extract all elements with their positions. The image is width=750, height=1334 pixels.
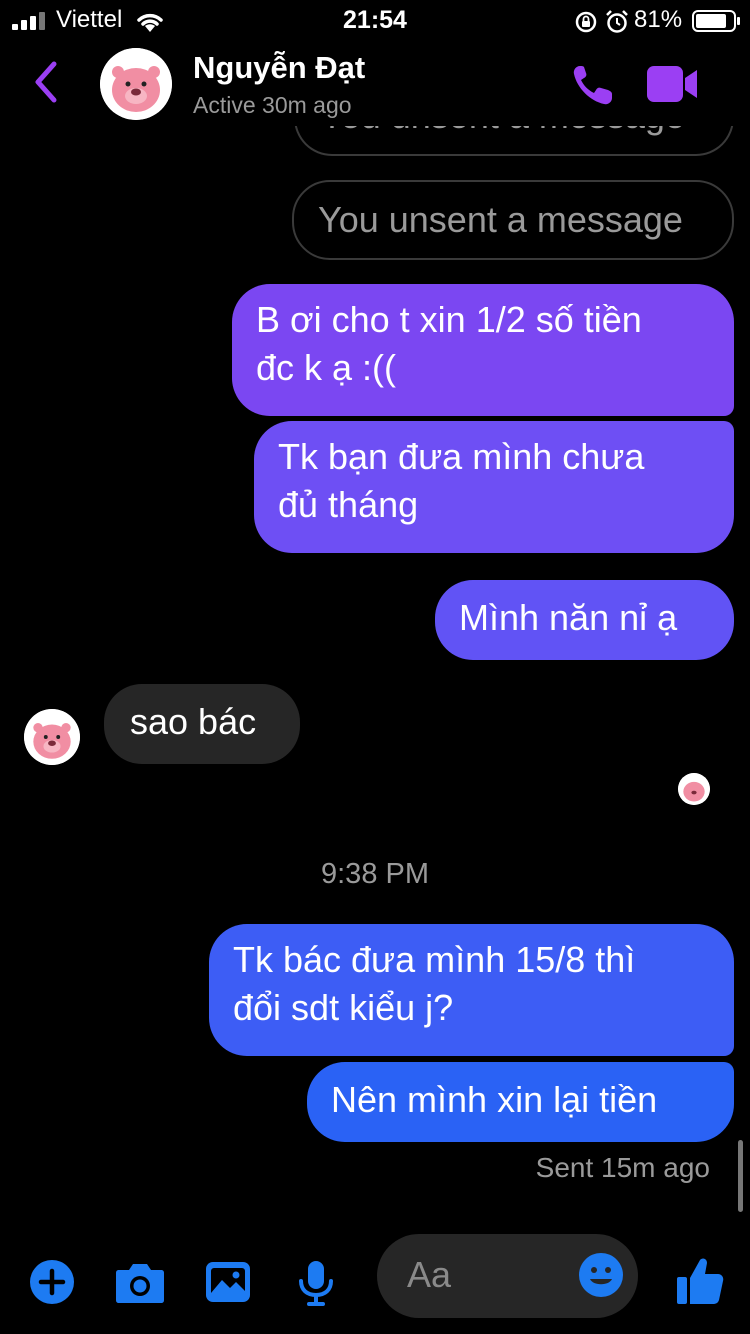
message-line: Tk bạn đưa mình chưa bbox=[278, 436, 645, 477]
composer-toolbar: Aa bbox=[0, 1230, 750, 1334]
plus-circle-icon[interactable] bbox=[30, 1260, 74, 1304]
alarm-icon bbox=[606, 10, 628, 33]
unsent-text: You unsent a message bbox=[318, 199, 683, 240]
beaver-avatar-icon bbox=[100, 48, 172, 120]
scrollbar[interactable] bbox=[738, 1140, 743, 1212]
image-icon[interactable] bbox=[205, 1261, 251, 1303]
microphone-icon[interactable] bbox=[298, 1260, 334, 1306]
phone-icon[interactable] bbox=[570, 62, 620, 108]
message-text: Mình năn nỉ ạ bbox=[459, 597, 678, 638]
status-bar: Viettel 21:54 81% bbox=[0, 0, 750, 42]
battery-icon bbox=[692, 10, 740, 32]
message-input[interactable]: Aa bbox=[377, 1234, 638, 1318]
message-text: sao bác bbox=[130, 701, 257, 742]
video-camera-icon[interactable] bbox=[645, 64, 701, 104]
contact-avatar-small[interactable] bbox=[24, 709, 80, 765]
active-status: Active 30m ago bbox=[193, 92, 352, 118]
beaver-avatar-icon bbox=[678, 773, 710, 805]
battery-percent: 81% bbox=[634, 6, 683, 33]
chevron-left-icon[interactable] bbox=[30, 60, 60, 104]
smiley-icon[interactable] bbox=[578, 1252, 624, 1298]
rotation-lock-icon bbox=[575, 11, 597, 33]
camera-icon[interactable] bbox=[115, 1260, 165, 1304]
sent-message[interactable]: Mình năn nỉ ạ bbox=[435, 580, 734, 660]
sent-message[interactable]: Tk bác đưa mình 15/8 thì đổi sdt kiểu j? bbox=[209, 924, 734, 1056]
thumbs-up-icon[interactable] bbox=[676, 1256, 724, 1306]
sent-message[interactable]: B ơi cho t xin 1/2 số tiền đc k ạ :(( bbox=[232, 284, 734, 416]
sent-message[interactable]: Nên mình xin lại tiền bbox=[307, 1062, 734, 1142]
message-line: đc k ạ :(( bbox=[256, 347, 397, 388]
sent-message[interactable]: Tk bạn đưa mình chưa đủ tháng bbox=[254, 421, 734, 553]
message-line: đổi sdt kiểu j? bbox=[233, 987, 454, 1028]
message-input-placeholder: Aa bbox=[407, 1254, 452, 1295]
conversation-header: Nguyễn Đạt Active 30m ago bbox=[0, 42, 750, 126]
read-receipt-avatar bbox=[678, 773, 710, 805]
received-message[interactable]: sao bác bbox=[104, 684, 300, 764]
message-line: B ơi cho t xin 1/2 số tiền bbox=[256, 299, 642, 340]
message-timestamp: 9:38 PM bbox=[321, 858, 429, 890]
contact-avatar[interactable] bbox=[100, 48, 172, 120]
message-text: Nên mình xin lại tiền bbox=[331, 1079, 658, 1120]
unsent-message-notice: You unsent a message bbox=[292, 180, 734, 260]
message-line: Tk bác đưa mình 15/8 thì bbox=[233, 939, 636, 980]
sent-status: Sent 15m ago bbox=[535, 1152, 710, 1183]
message-line: đủ tháng bbox=[278, 484, 419, 525]
beaver-avatar-icon bbox=[24, 709, 80, 765]
contact-name[interactable]: Nguyễn Đạt bbox=[193, 50, 365, 86]
